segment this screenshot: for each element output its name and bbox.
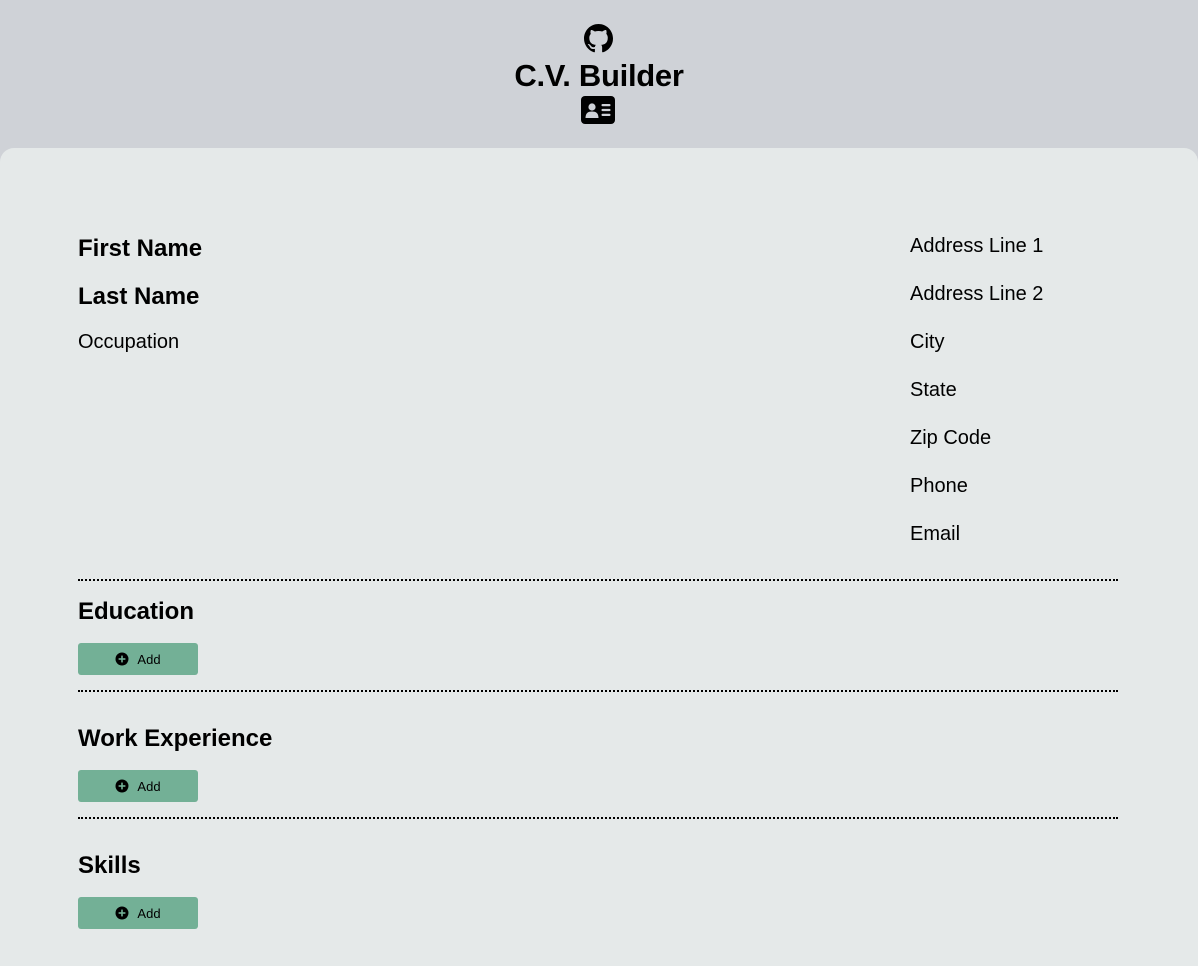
plus-circle-icon xyxy=(115,779,129,793)
zip-code-field[interactable]: Zip Code xyxy=(910,425,991,451)
plus-circle-icon xyxy=(115,652,129,666)
email-field[interactable]: Email xyxy=(910,521,960,547)
add-work-experience-button[interactable]: Add xyxy=(78,770,198,802)
cv-sheet: First Name Last Name Occupation Address … xyxy=(0,148,1198,966)
github-icon[interactable] xyxy=(584,24,613,53)
phone-field[interactable]: Phone xyxy=(910,473,968,499)
id-card-icon xyxy=(581,96,615,124)
occupation-field[interactable]: Occupation xyxy=(78,329,179,355)
city-field[interactable]: City xyxy=(910,329,944,355)
add-button-label: Add xyxy=(137,778,161,794)
address-line-2-field[interactable]: Address Line 2 xyxy=(910,281,1043,307)
state-field[interactable]: State xyxy=(910,377,957,403)
add-skills-button[interactable]: Add xyxy=(78,897,198,929)
add-button-label: Add xyxy=(137,651,161,667)
work-experience-heading: Work Experience xyxy=(78,725,273,752)
app-title: C.V. Builder xyxy=(514,58,684,93)
section-divider xyxy=(78,817,1118,819)
skills-heading: Skills xyxy=(78,852,141,879)
last-name-field[interactable]: Last Name xyxy=(78,282,199,312)
add-button-label: Add xyxy=(137,905,161,921)
add-education-button[interactable]: Add xyxy=(78,643,198,675)
section-divider xyxy=(78,579,1118,581)
section-divider xyxy=(78,690,1118,692)
app-header: C.V. Builder xyxy=(0,0,1198,148)
first-name-field[interactable]: First Name xyxy=(78,234,202,264)
education-heading: Education xyxy=(78,598,195,625)
address-line-1-field[interactable]: Address Line 1 xyxy=(910,233,1043,259)
plus-circle-icon xyxy=(115,906,129,920)
